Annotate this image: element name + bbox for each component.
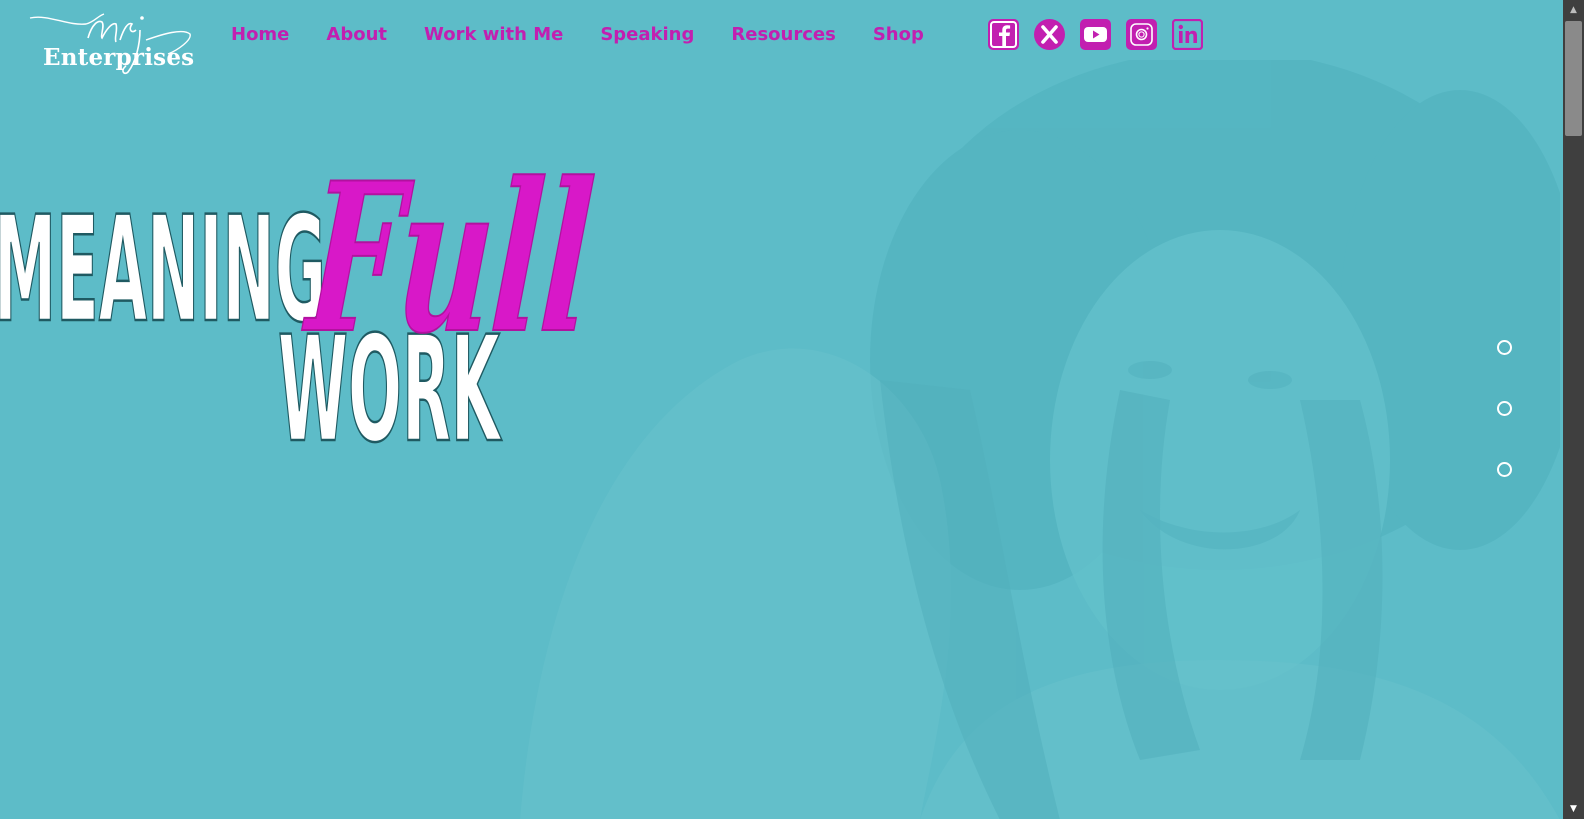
- nav-item-about[interactable]: About: [326, 24, 387, 45]
- hero-heading: MEANING WORK Full: [0, 137, 620, 476]
- linkedin-icon[interactable]: [1172, 19, 1203, 50]
- nav-item-home[interactable]: Home: [231, 24, 289, 45]
- hero-script-full: Full: [298, 138, 600, 379]
- logo-wordmark: Enterprises: [43, 44, 195, 71]
- youtube-icon[interactable]: [1080, 19, 1111, 50]
- nav-item-shop[interactable]: Shop: [873, 24, 924, 45]
- scroll-up-arrow-icon[interactable]: ▲: [1563, 2, 1584, 18]
- social-links: [988, 19, 1218, 50]
- page: Enterprises Home About Work with Me Spea…: [0, 0, 1584, 819]
- page-scrollbar[interactable]: ▲ ▼: [1563, 0, 1584, 819]
- nav-item-speaking[interactable]: Speaking: [600, 24, 694, 45]
- site-logo[interactable]: Enterprises: [28, 8, 195, 78]
- slider-pagination: [1497, 340, 1513, 523]
- facebook-icon[interactable]: [988, 19, 1019, 50]
- slider-dot-3[interactable]: [1497, 462, 1512, 477]
- nav-item-work-with-me[interactable]: Work with Me: [424, 24, 563, 45]
- nav-item-resources[interactable]: Resources: [731, 24, 835, 45]
- scroll-thumb[interactable]: [1565, 21, 1582, 136]
- x-icon[interactable]: [1034, 19, 1065, 50]
- scroll-down-arrow-icon[interactable]: ▼: [1563, 801, 1584, 817]
- instagram-icon[interactable]: [1126, 19, 1157, 50]
- slider-dot-2[interactable]: [1497, 401, 1512, 416]
- background-portrait-image: [520, 60, 1560, 819]
- main-nav: Home About Work with Me Speaking Resourc…: [231, 20, 961, 48]
- slider-dot-1[interactable]: [1497, 340, 1512, 355]
